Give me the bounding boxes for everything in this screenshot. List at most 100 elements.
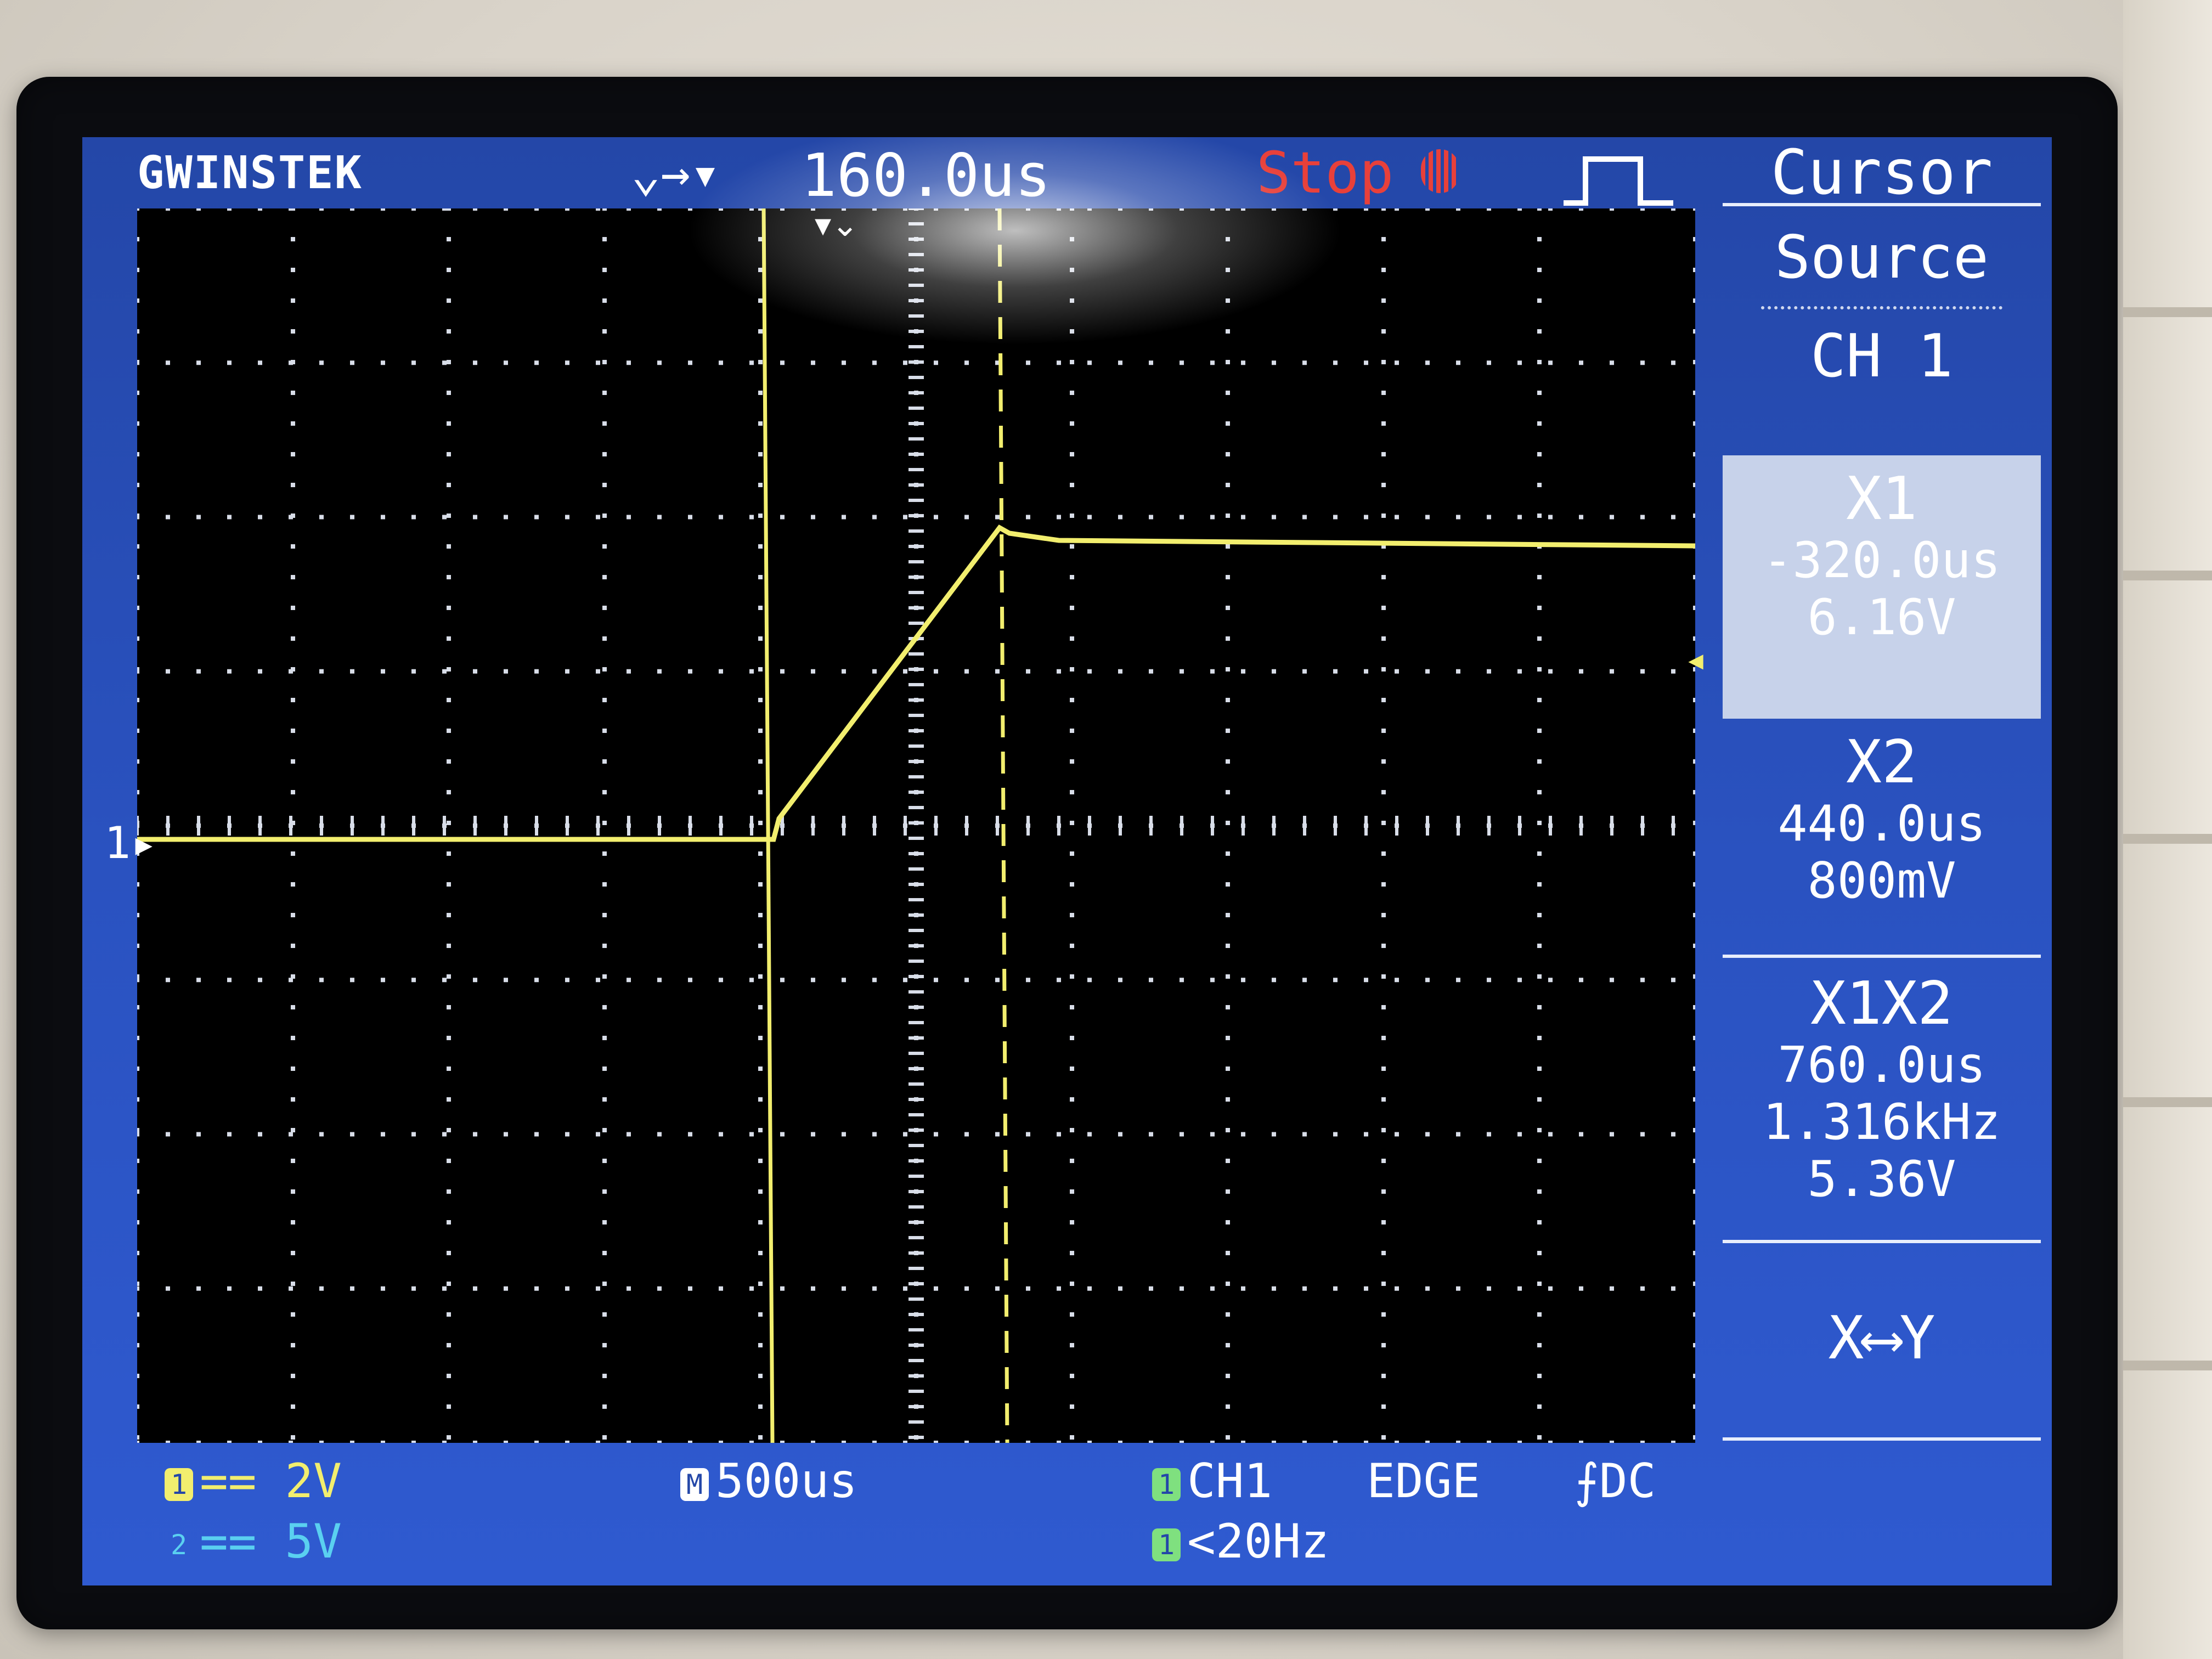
graticule-dot — [1226, 391, 1230, 395]
graticule-dot — [258, 515, 262, 520]
graticule-dot — [291, 606, 295, 610]
graticule-dot — [447, 913, 451, 917]
graticule-dot — [291, 421, 295, 426]
graticule-dot — [1210, 669, 1215, 674]
graticule-dot — [1241, 978, 1245, 983]
graticule-dot — [1210, 1132, 1215, 1137]
graticule-dot — [1579, 1441, 1583, 1443]
graticule-dot — [565, 1132, 569, 1137]
graticule-dot — [596, 515, 600, 520]
center-axis-tick — [1242, 816, 1245, 836]
graticule-dot — [1487, 1441, 1491, 1443]
ch2-scale-readout[interactable]: 2 == 5V — [165, 1514, 342, 1569]
graticule-dot — [473, 208, 477, 211]
menu-swap-button[interactable]: X⟷Y — [1723, 1306, 2041, 1372]
center-axis-tick — [289, 816, 292, 836]
graticule-dot — [227, 360, 232, 365]
graticule-dot — [1517, 1132, 1522, 1137]
center-axis-tick — [811, 816, 815, 836]
trigger-readout[interactable]: 1 CH1 EDGE ⨍DC — [1152, 1454, 1656, 1509]
center-axis-tick — [1364, 816, 1368, 836]
center-axis-tick — [197, 816, 200, 836]
graticule-dot — [447, 391, 451, 395]
graticule-dot — [166, 1286, 170, 1291]
timebase-readout[interactable]: M 500us — [680, 1454, 857, 1509]
graticule-dot — [602, 944, 607, 948]
graticule-dot — [1272, 978, 1276, 983]
graticule-dot — [1537, 759, 1542, 764]
graticule-dot — [758, 790, 763, 794]
x1x2-delta-voltage: 5.36V — [1807, 1150, 1956, 1208]
graticule-dot — [1381, 360, 1386, 364]
graticule-dot — [1118, 360, 1122, 365]
graticule-dot — [1149, 208, 1153, 211]
center-axis-tick — [909, 683, 924, 686]
graticule-dot — [1456, 669, 1460, 674]
graticule-dot — [291, 1282, 295, 1286]
center-axis-tick — [1211, 816, 1214, 836]
cursor-x2-line[interactable] — [997, 208, 1009, 1443]
graticule-dot — [1537, 1097, 1542, 1102]
graticule-dot — [1302, 1286, 1307, 1291]
graticule-dot — [1070, 237, 1074, 241]
graticule-dot — [1057, 978, 1061, 983]
panel-ridge — [2123, 1097, 2212, 1107]
graticule-dot — [758, 606, 763, 610]
graticule-dot — [1241, 515, 1245, 520]
graticule-dot — [1226, 974, 1230, 979]
graticule-dot — [1149, 1286, 1153, 1291]
graticule-dot — [1381, 1036, 1386, 1040]
center-axis-tick — [909, 1297, 924, 1301]
graticule-dot — [447, 1220, 451, 1224]
center-axis-tick — [566, 816, 569, 836]
graticule-dot — [1226, 1435, 1230, 1440]
graticule-dot — [137, 698, 139, 702]
graticule-dot — [780, 360, 785, 365]
cursor-x1-line[interactable] — [761, 208, 775, 1443]
graticule-dot — [627, 1441, 631, 1443]
graticule-dot — [565, 669, 569, 674]
graticule-dot — [1180, 515, 1184, 520]
center-axis-tick — [909, 821, 924, 825]
graticule-dot — [411, 208, 416, 211]
graticule-dot — [602, 268, 607, 272]
graticule-dot — [602, 606, 607, 610]
center-axis-tick — [909, 314, 924, 318]
graticule-dot — [1537, 821, 1542, 825]
graticule-dot — [1381, 821, 1386, 825]
graticule-dot — [473, 669, 477, 674]
graticule-dot — [291, 1312, 295, 1317]
graticule-dot — [196, 1441, 201, 1443]
graticule-dot — [1693, 759, 1695, 764]
trigger-level-marker[interactable]: ◂ — [1684, 636, 1707, 681]
ch1-scale-readout[interactable]: 1 == 2V — [165, 1454, 342, 1509]
graticule-dot — [447, 1005, 451, 1009]
center-axis-tick — [909, 622, 924, 625]
graticule-dot — [137, 1282, 139, 1286]
graticule-dot — [1381, 1435, 1386, 1440]
graticule-dot — [1070, 452, 1074, 456]
center-axis-tick — [909, 483, 924, 487]
menu-x1-button[interactable]: X1 -320.0us 6.16V — [1723, 455, 2041, 719]
graticule-dot — [758, 698, 763, 702]
graticule-dot — [1693, 329, 1695, 334]
graticule-dot — [1381, 298, 1386, 303]
graticule-dot — [411, 360, 416, 365]
graticule-dot — [291, 759, 295, 764]
graticule-dot — [934, 1286, 938, 1291]
graticule-dot — [758, 759, 763, 764]
graticule-dot — [534, 208, 539, 211]
menu-divider — [1723, 955, 2041, 958]
graticule-dot — [1381, 268, 1386, 272]
menu-x1x2-readout: X1X2 760.0us 1.316kHz 5.36V — [1723, 971, 2041, 1208]
graticule-dot — [1537, 1189, 1542, 1194]
center-axis-tick — [909, 376, 924, 379]
graticule-dot — [1537, 1251, 1542, 1255]
menu-x2-button[interactable]: X2 440.0us 800mV — [1723, 730, 2041, 910]
center-axis-tick — [909, 1128, 924, 1132]
ch1-ground-marker[interactable]: 1▸ — [104, 817, 157, 868]
graticule-dot — [1180, 360, 1184, 365]
menu-source-button[interactable]: Source CH 1 — [1723, 225, 2041, 390]
graticule-dot — [1517, 978, 1522, 983]
graticule-dot — [1579, 978, 1583, 983]
